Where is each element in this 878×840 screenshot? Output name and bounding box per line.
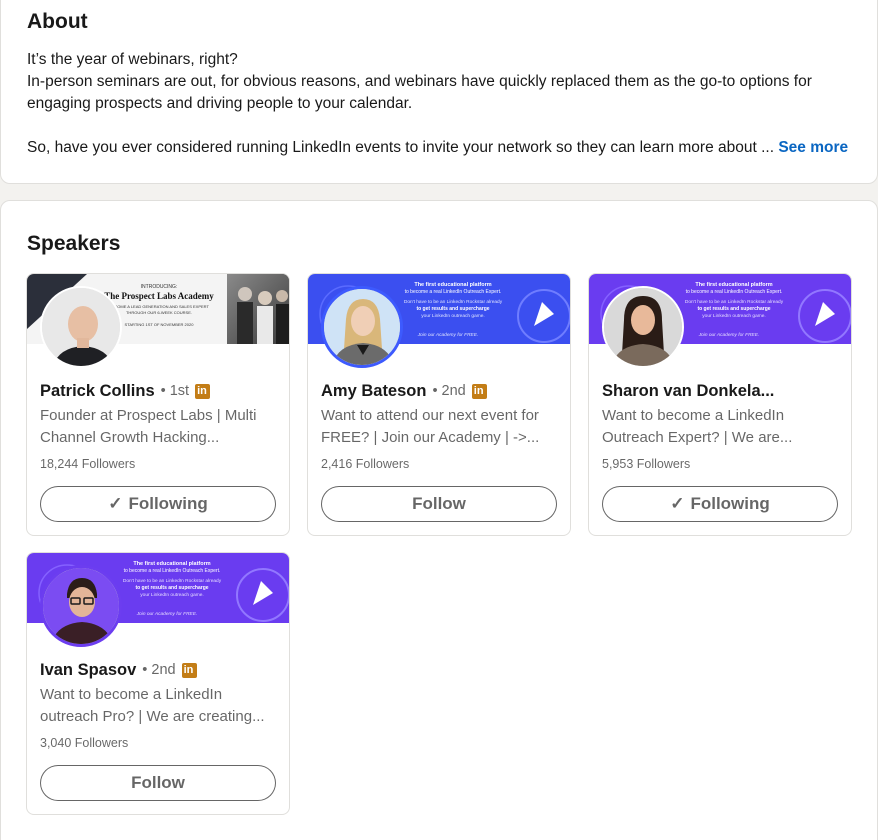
linkedin-icon: in — [181, 662, 197, 678]
about-line: So, have you ever considered running Lin… — [27, 139, 775, 156]
banner-text: Join our Academy for FREE. — [698, 332, 760, 338]
banner-text: THROUGH OUR 6-WEEK COURSE. — [126, 310, 192, 315]
button-label: Following — [690, 494, 770, 513]
speaker-headline: Founder at Prospect Labs | Multi Channel… — [40, 405, 280, 449]
banner-text: INTRODUCING: — [141, 284, 178, 290]
avatar[interactable] — [602, 286, 684, 368]
check-icon: ✓ — [670, 494, 685, 513]
avatar[interactable] — [40, 565, 122, 647]
banner-text: Join our Academy for FREE. — [136, 611, 198, 617]
about-line: engaging prospects and driving people to… — [27, 95, 413, 112]
following-button[interactable]: ✓ Following — [602, 486, 838, 522]
speaker-name[interactable]: Patrick Collins — [40, 382, 155, 401]
banner-text: Don't have to be an LinkedIn Rockstar al… — [123, 578, 222, 584]
headline-line: Want to become a LinkedIn — [602, 407, 785, 424]
connection-degree: • 2nd — [432, 383, 466, 399]
follow-button[interactable]: Follow — [40, 765, 276, 801]
button-label: Follow — [131, 773, 185, 792]
headline-line: Channel Growth Hacking... — [40, 429, 220, 446]
speakers-card: Speakers INTRODUCING: The Prospect Labs … — [0, 200, 878, 840]
headline-line: Want to become a LinkedIn — [40, 686, 223, 703]
check-icon: ✓ — [108, 494, 123, 513]
connection-degree: • 1st — [160, 383, 190, 399]
headline-line: Outreach Expert? | We are... — [602, 429, 793, 446]
banner-text: The first educational platform — [414, 282, 491, 288]
speaker-headline: Want to become a LinkedIn outreach Pro? … — [40, 684, 280, 728]
button-label: Following — [128, 494, 208, 513]
banner-text: The first educational platform — [695, 282, 772, 288]
banner-text: your LinkedIn outreach game. — [421, 313, 484, 319]
speaker-name-row: Patrick Collins • 1st in — [40, 380, 211, 402]
speakers-title: Speakers — [27, 232, 121, 255]
following-button[interactable]: ✓ Following — [40, 486, 276, 522]
banner-text: Join our Academy for FREE. — [417, 332, 479, 338]
banner-text: to become a real LinkedIn Outreach Exper… — [405, 289, 502, 295]
banner-text: Don't have to be an LinkedIn Rockstar al… — [685, 299, 784, 305]
about-line: In-person seminars are out, for obvious … — [27, 73, 812, 90]
banner-text: your LinkedIn outreach game. — [140, 592, 203, 598]
speaker-headline: Want to attend our next event for FREE? … — [321, 405, 561, 449]
banner-text: to get results and supercharge — [416, 306, 489, 312]
see-more-link[interactable]: See more — [778, 139, 848, 156]
headline-line: Want to attend our next event for — [321, 407, 539, 424]
about-line: It’s the year of webinars, right? — [27, 51, 238, 68]
speaker-name[interactable]: Amy Bateson — [321, 382, 426, 401]
speaker-name[interactable]: Sharon van Donkela... — [602, 382, 774, 401]
headline-line: Founder at Prospect Labs | Multi — [40, 407, 257, 424]
follower-count: 2,416 Followers — [321, 457, 410, 471]
banner-text: STARTING 1ST OF NOVEMBER 2020 — [125, 322, 195, 327]
speaker-name-row: Sharon van Donkela... — [602, 380, 774, 402]
banner-text: to get results and supercharge — [135, 585, 208, 591]
button-label: Follow — [412, 494, 466, 513]
banner-text: Don't have to be an LinkedIn Rockstar al… — [404, 299, 503, 305]
banner-text: The first educational platform — [133, 561, 210, 567]
headline-line: FREE? | Join our Academy | ->... — [321, 429, 540, 446]
speaker-card-sharon-van-donkelaar[interactable]: The first educational platform to become… — [588, 273, 852, 536]
about-card: About It’s the year of webinars, right? … — [0, 0, 878, 184]
connection-degree: • 2nd — [142, 662, 176, 678]
banner-text: your LinkedIn outreach game. — [702, 313, 765, 319]
follower-count: 5,953 Followers — [602, 457, 691, 471]
speaker-card-ivan-spasov[interactable]: The first educational platform to become… — [26, 552, 290, 815]
banner-text: BECOME A LEAD GENERATION AND SALES EXPER… — [109, 304, 209, 309]
about-title: About — [27, 10, 88, 33]
headline-line: outreach Pro? | We are creating... — [40, 708, 265, 725]
banner-text: The Prospect Labs Academy — [104, 291, 214, 301]
avatar[interactable] — [321, 286, 403, 368]
speaker-name-row: Ivan Spasov • 2nd in — [40, 659, 197, 681]
linkedin-icon: in — [195, 383, 211, 399]
linkedin-icon: in — [471, 383, 487, 399]
about-line-truncated: So, have you ever considered running Lin… — [27, 137, 857, 159]
follower-count: 18,244 Followers — [40, 457, 136, 471]
about-text: It’s the year of webinars, right? In-per… — [27, 49, 857, 159]
speaker-headline: Want to become a LinkedIn Outreach Exper… — [602, 405, 842, 449]
follower-count: 3,040 Followers — [40, 736, 129, 750]
speaker-name-row: Amy Bateson • 2nd in — [321, 380, 487, 402]
follow-button[interactable]: Follow — [321, 486, 557, 522]
speaker-name[interactable]: Ivan Spasov — [40, 661, 136, 680]
banner-text: to become a real LinkedIn Outreach Exper… — [686, 289, 783, 295]
speaker-card-amy-bateson[interactable]: The first educational platform to become… — [307, 273, 571, 536]
banner-text: to get results and supercharge — [697, 306, 770, 312]
avatar[interactable] — [40, 286, 122, 368]
banner-text: to become a real LinkedIn Outreach Exper… — [124, 568, 221, 574]
speaker-card-patrick-collins[interactable]: INTRODUCING: The Prospect Labs Academy B… — [26, 273, 290, 536]
